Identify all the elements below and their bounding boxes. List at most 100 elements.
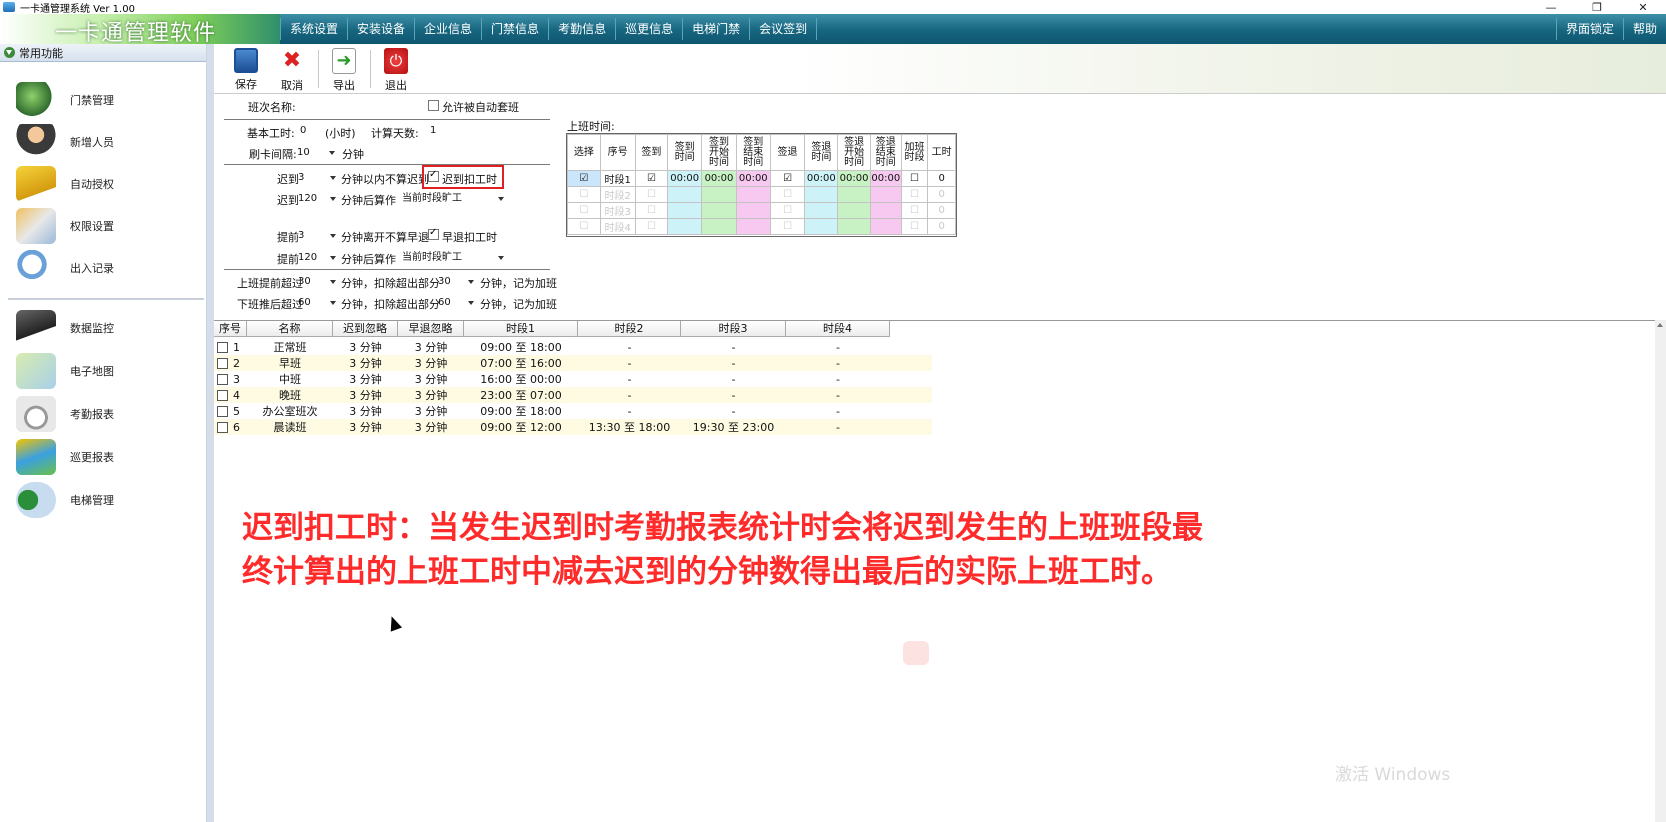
menu-access-info[interactable]: 门禁信息: [481, 18, 548, 40]
signout-start[interactable]: [837, 186, 871, 203]
sidebar-item-access-records[interactable]: 出入记录: [16, 248, 196, 288]
signin-end[interactable]: [735, 218, 771, 235]
row-checkbox[interactable]: [217, 341, 228, 353]
table-row[interactable]: 5 办公室班次 3 分钟 3 分钟 09:00 至 18:00 - - -: [214, 403, 932, 419]
menu-company-info[interactable]: 企业信息: [414, 18, 481, 40]
col-signout-end[interactable]: 签退 结束 时间: [869, 134, 902, 171]
menu-help[interactable]: 帮助: [1622, 18, 1666, 40]
col-early-ignore[interactable]: 早退忽略: [398, 321, 464, 337]
early-dropdown[interactable]: 3: [298, 228, 338, 243]
col-select[interactable]: 选择: [567, 134, 601, 171]
signout-time[interactable]: 00:00: [804, 170, 839, 187]
sidebar-item-patrol-report[interactable]: 巡更报表: [16, 437, 196, 477]
overtime-checkbox[interactable]: ☐: [900, 170, 929, 187]
early2-dropdown[interactable]: 120: [298, 250, 338, 265]
menu-system-settings[interactable]: 系统设置: [280, 18, 347, 40]
late-action-dropdown[interactable]: 当前时段旷工: [402, 191, 506, 206]
ot-after-dropdown[interactable]: 60: [298, 295, 338, 310]
onduty-row[interactable]: ☐ 时段4 ☐ ☐ ☐ 0: [567, 218, 956, 235]
row-checkbox[interactable]: [217, 373, 228, 385]
menu-elevator-access[interactable]: 电梯门禁: [682, 18, 749, 40]
row-checkbox[interactable]: [217, 389, 228, 401]
signin-end[interactable]: [735, 202, 771, 219]
signin-start[interactable]: [701, 202, 737, 219]
row-checkbox[interactable]: [217, 421, 228, 433]
ot-before-dropdown[interactable]: 30: [298, 274, 338, 289]
signin-checkbox[interactable]: ☐: [634, 218, 669, 235]
calc-days-input[interactable]: 1: [427, 123, 451, 138]
cancel-button[interactable]: ✖ 取消: [270, 48, 314, 92]
overtime-checkbox[interactable]: ☐: [900, 202, 929, 219]
signin-checkbox[interactable]: ☐: [634, 186, 669, 203]
col-seq[interactable]: 序号: [599, 134, 636, 171]
allow-auto-checkbox[interactable]: [428, 100, 439, 111]
early-action-dropdown[interactable]: 当前时段旷工: [402, 250, 506, 265]
col-hours[interactable]: 工时: [927, 134, 956, 171]
sidebar-item-permissions[interactable]: 权限设置: [16, 206, 196, 246]
table-row[interactable]: 4 晚班 3 分钟 3 分钟 23:00 至 07:00 - - -: [214, 387, 932, 403]
table-row[interactable]: 3 中班 3 分钟 3 分钟 16:00 至 00:00 - - -: [214, 371, 932, 387]
onduty-row[interactable]: ☐ 时段2 ☐ ☐ ☐ 0: [567, 186, 956, 203]
signin-start[interactable]: [701, 186, 737, 203]
signin-checkbox[interactable]: ☐: [634, 202, 669, 219]
col-signout-start[interactable]: 签退 开始 时间: [837, 134, 871, 171]
save-button[interactable]: 保存: [224, 48, 268, 92]
signin-checkbox[interactable]: ☑: [634, 170, 669, 187]
table-row[interactable]: 6 晨读班 3 分钟 3 分钟 09:00 至 12:00 13:30 至 18:00 19…: [214, 419, 932, 435]
col-no[interactable]: 序号: [214, 321, 247, 337]
base-hours-input[interactable]: 0: [297, 123, 321, 138]
signin-time[interactable]: [667, 218, 703, 235]
sidebar-item-elevator[interactable]: 电梯管理: [16, 480, 196, 520]
signin-time[interactable]: [667, 202, 703, 219]
col-name[interactable]: 名称: [247, 321, 333, 337]
signout-checkbox[interactable]: ☐: [769, 186, 806, 203]
signout-end[interactable]: [869, 218, 902, 235]
minimize-button[interactable]: —: [1528, 0, 1574, 14]
sidebar-item-auto-authorize[interactable]: 自动授权: [16, 164, 196, 204]
row-select-checkbox[interactable]: ☐: [567, 186, 601, 203]
onduty-row[interactable]: ☐ 时段3 ☐ ☐ ☐ 0: [567, 202, 956, 219]
onduty-row[interactable]: ☑ 时段1 ☑ 00:00 00:00 00:00 ☑ 00:00 00:00 …: [567, 170, 956, 187]
signout-end[interactable]: 00:00: [869, 170, 902, 187]
early-deduct-checkbox[interactable]: [428, 227, 439, 240]
menu-attendance-info[interactable]: 考勤信息: [548, 18, 615, 40]
col-period2[interactable]: 时段2: [578, 321, 681, 337]
col-signin-time[interactable]: 签到 时间: [667, 134, 703, 171]
close-button[interactable]: ✕: [1620, 0, 1666, 14]
late2-dropdown[interactable]: 120: [298, 191, 338, 206]
signin-time[interactable]: [667, 186, 703, 203]
menu-patrol-info[interactable]: 巡更信息: [615, 18, 682, 40]
overtime-checkbox[interactable]: ☐: [900, 186, 929, 203]
signin-start[interactable]: [701, 218, 737, 235]
signin-end[interactable]: [735, 186, 771, 203]
restore-button[interactable]: ❐: [1574, 0, 1620, 14]
signout-start[interactable]: [837, 218, 871, 235]
row-checkbox[interactable]: [217, 357, 228, 369]
signout-time[interactable]: [804, 202, 839, 219]
ot-before-deduct-dropdown[interactable]: 30: [438, 274, 476, 289]
signout-start[interactable]: 00:00: [837, 170, 871, 187]
signin-end[interactable]: 00:00: [735, 170, 771, 187]
vertical-scrollbar[interactable]: [1655, 320, 1666, 822]
signin-start[interactable]: 00:00: [701, 170, 737, 187]
menu-lock-ui[interactable]: 界面锁定: [1555, 18, 1623, 40]
sidebar-item-attendance-report[interactable]: 考勤报表: [16, 394, 196, 434]
signout-time[interactable]: [804, 186, 839, 203]
exit-button[interactable]: ⏻ 退出: [374, 48, 418, 92]
late-dropdown[interactable]: 3: [298, 170, 338, 185]
col-period1[interactable]: 时段1: [464, 321, 578, 337]
col-signin[interactable]: 签到: [634, 134, 669, 171]
sidebar-item-add-person[interactable]: 新增人员: [16, 122, 196, 162]
signout-checkbox[interactable]: ☑: [769, 170, 806, 187]
sidebar-item-access-control[interactable]: 门禁管理: [16, 80, 196, 120]
ot-after-deduct-dropdown[interactable]: 60: [438, 295, 476, 310]
row-select-checkbox[interactable]: ☐: [567, 202, 601, 219]
col-signin-end[interactable]: 签到 结束 时间: [735, 134, 771, 171]
row-checkbox[interactable]: [217, 405, 228, 417]
col-period3[interactable]: 时段3: [681, 321, 786, 337]
col-signin-start[interactable]: 签到 开始 时间: [701, 134, 737, 171]
col-period4[interactable]: 时段4: [786, 321, 890, 337]
row-select-checkbox[interactable]: ☐: [567, 218, 601, 235]
sidebar-item-data-monitor[interactable]: 数据监控: [16, 308, 196, 348]
col-signout[interactable]: 签退: [769, 134, 806, 171]
